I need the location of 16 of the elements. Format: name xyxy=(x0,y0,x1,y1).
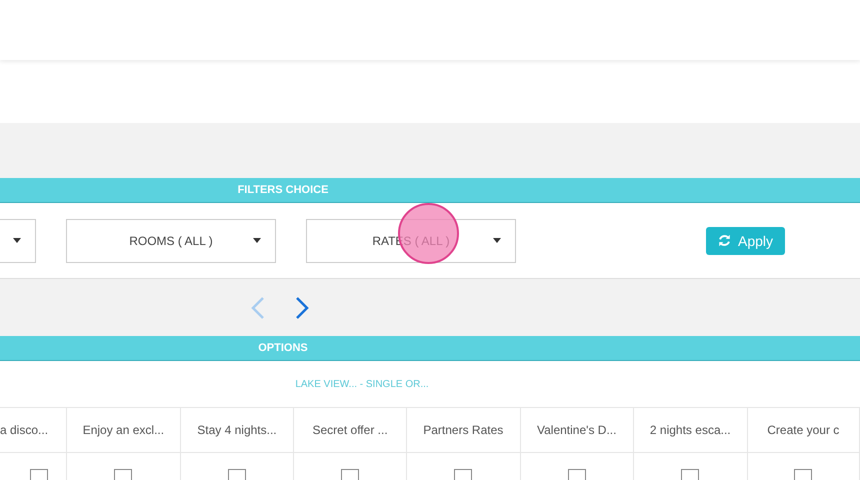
column-header: 2 nights esca... xyxy=(650,423,731,437)
section-title: OPTIONS xyxy=(257,342,309,354)
column-header: Stay 4 nights... xyxy=(197,423,277,437)
room-label: LAKE VIEW... - SINGLE OR... xyxy=(294,378,430,390)
next-button[interactable] xyxy=(293,296,311,320)
column-header: Secret offer ... xyxy=(312,423,388,437)
column-header: a disco... xyxy=(0,423,48,437)
section-title: FILTERS CHOICE xyxy=(236,184,330,196)
refresh-icon xyxy=(718,234,731,247)
column-header: Valentine's D... xyxy=(537,423,616,437)
column-header: Partners Rates xyxy=(423,423,504,437)
dropdown[interactable]: ROOMS ( ALL ) xyxy=(66,218,276,262)
caret-icon xyxy=(253,238,261,242)
caret-icon xyxy=(13,238,21,242)
column-header: Enjoy an excl... xyxy=(82,423,164,437)
column-header: Create your c xyxy=(767,423,840,437)
